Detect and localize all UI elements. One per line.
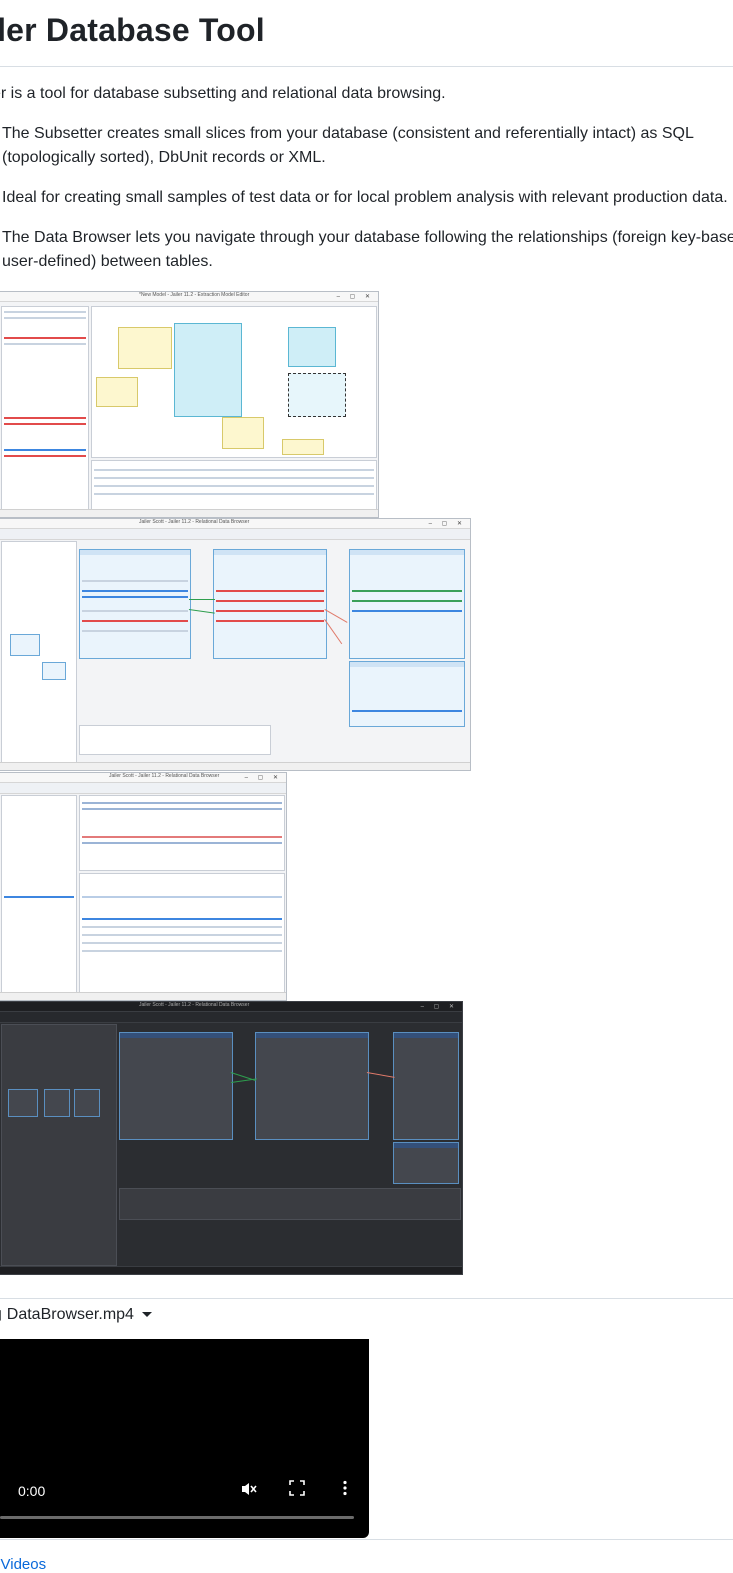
browser-table-employee bbox=[79, 549, 191, 659]
window-titlebar: Jailer Scott - Jailer 11.2 - Relational … bbox=[0, 773, 286, 783]
left-panel bbox=[1, 306, 89, 514]
screenshot-sql-console[interactable]: Jailer Scott - Jailer 11.2 - Relational … bbox=[0, 772, 287, 1001]
association-table bbox=[91, 460, 377, 514]
bullet-2-line-1: Ideal for creating small samples of test… bbox=[2, 189, 728, 206]
window-titlebar: *New Model - Jailer 11.2 - Extraction Mo… bbox=[0, 292, 378, 302]
window-controls-icon: – ▢ ✕ bbox=[428, 521, 466, 527]
browser-table-project-participation bbox=[213, 549, 327, 659]
title-divider bbox=[0, 66, 733, 67]
table-node-actor bbox=[118, 327, 172, 369]
left-panel bbox=[1, 541, 77, 763]
bullet-1-line-2: (topologically sorted), DbUnit records o… bbox=[2, 149, 326, 166]
status-bar bbox=[0, 1266, 462, 1274]
video-progress-bar[interactable] bbox=[0, 1516, 354, 1519]
bullet-1-line-1: The Subsetter creates small slices from … bbox=[2, 125, 694, 142]
table-node-inventory bbox=[288, 327, 336, 367]
window-title: Jailer Scott - Jailer 11.2 - Relational … bbox=[109, 773, 220, 779]
status-bar bbox=[0, 762, 470, 770]
footer-divider bbox=[0, 1539, 733, 1540]
left-panel bbox=[1, 1024, 117, 1266]
video-section-divider bbox=[0, 1298, 733, 1299]
status-bar bbox=[0, 992, 286, 1000]
video-file-icon: ◀ bbox=[0, 1306, 1, 1322]
table-node-category bbox=[222, 417, 264, 449]
video-current-time: 0:00 bbox=[18, 1483, 46, 1499]
left-panel bbox=[1, 795, 77, 993]
window-title: *New Model - Jailer 11.2 - Extraction Mo… bbox=[139, 292, 250, 298]
table-node-rental bbox=[288, 373, 346, 417]
bullet-3-line-1: The Data Browser lets you navigate throu… bbox=[2, 229, 733, 246]
screenshot-data-browser-dark[interactable]: Jailer Scott - Jailer 11.2 - Relational … bbox=[0, 1001, 463, 1275]
query-result-table bbox=[79, 873, 285, 993]
browser-table-project-participation bbox=[393, 1142, 459, 1184]
model-graph-pane bbox=[91, 306, 377, 458]
browser-table-employee-2 bbox=[393, 1032, 459, 1140]
caret-down-icon bbox=[141, 1312, 152, 1318]
fullscreen-icon[interactable] bbox=[286, 1480, 308, 1502]
association-table bbox=[79, 725, 271, 755]
screenshot-extraction-model-editor[interactable]: *New Model - Jailer 11.2 - Extraction Mo… bbox=[0, 291, 379, 518]
window-controls-icon: – ▢ ✕ bbox=[420, 1004, 458, 1010]
screenshot-data-browser[interactable]: Jailer Scott - Jailer 11.2 - Relational … bbox=[0, 518, 471, 771]
toolbar bbox=[0, 1012, 462, 1023]
video-file-name: DataBrowser.mp4 bbox=[6, 1306, 134, 1323]
toolbar bbox=[0, 783, 286, 794]
browser-table-department bbox=[119, 1032, 233, 1140]
page-title: ailer Database Tool bbox=[0, 12, 265, 48]
video-player[interactable]: 0:00 bbox=[0, 1339, 369, 1538]
window-title: Jailer Scott - Jailer 11.2 - Relational … bbox=[139, 1002, 250, 1008]
toolbar bbox=[0, 529, 470, 540]
window-controls-icon: – ▢ ✕ bbox=[336, 294, 374, 300]
more-vertical-icon[interactable] bbox=[334, 1480, 356, 1502]
window-titlebar: Jailer Scott - Jailer 11.2 - Relational … bbox=[0, 519, 470, 529]
video-file-dropdown[interactable]: ◀ DataBrowser.mp4 bbox=[0, 1306, 152, 1330]
bullet-3-line-2: user-defined) between tables. bbox=[2, 253, 213, 270]
browser-table-employee bbox=[255, 1032, 369, 1140]
window-title: Jailer Scott - Jailer 11.2 - Relational … bbox=[139, 519, 250, 525]
association-table bbox=[119, 1188, 461, 1220]
browser-table-role bbox=[349, 661, 465, 727]
browser-table-project bbox=[349, 549, 465, 659]
window-titlebar: Jailer Scott - Jailer 11.2 - Relational … bbox=[0, 1002, 462, 1012]
status-bar bbox=[0, 509, 378, 517]
window-controls-icon: – ▢ ✕ bbox=[244, 775, 282, 781]
table-node-payment bbox=[282, 439, 324, 455]
table-node-film-actor bbox=[96, 377, 138, 407]
muted-speaker-icon[interactable] bbox=[238, 1480, 260, 1502]
intro-text: er is a tool for database subsetting and… bbox=[0, 85, 446, 102]
sql-editor bbox=[79, 795, 285, 871]
table-node-film bbox=[174, 323, 242, 417]
